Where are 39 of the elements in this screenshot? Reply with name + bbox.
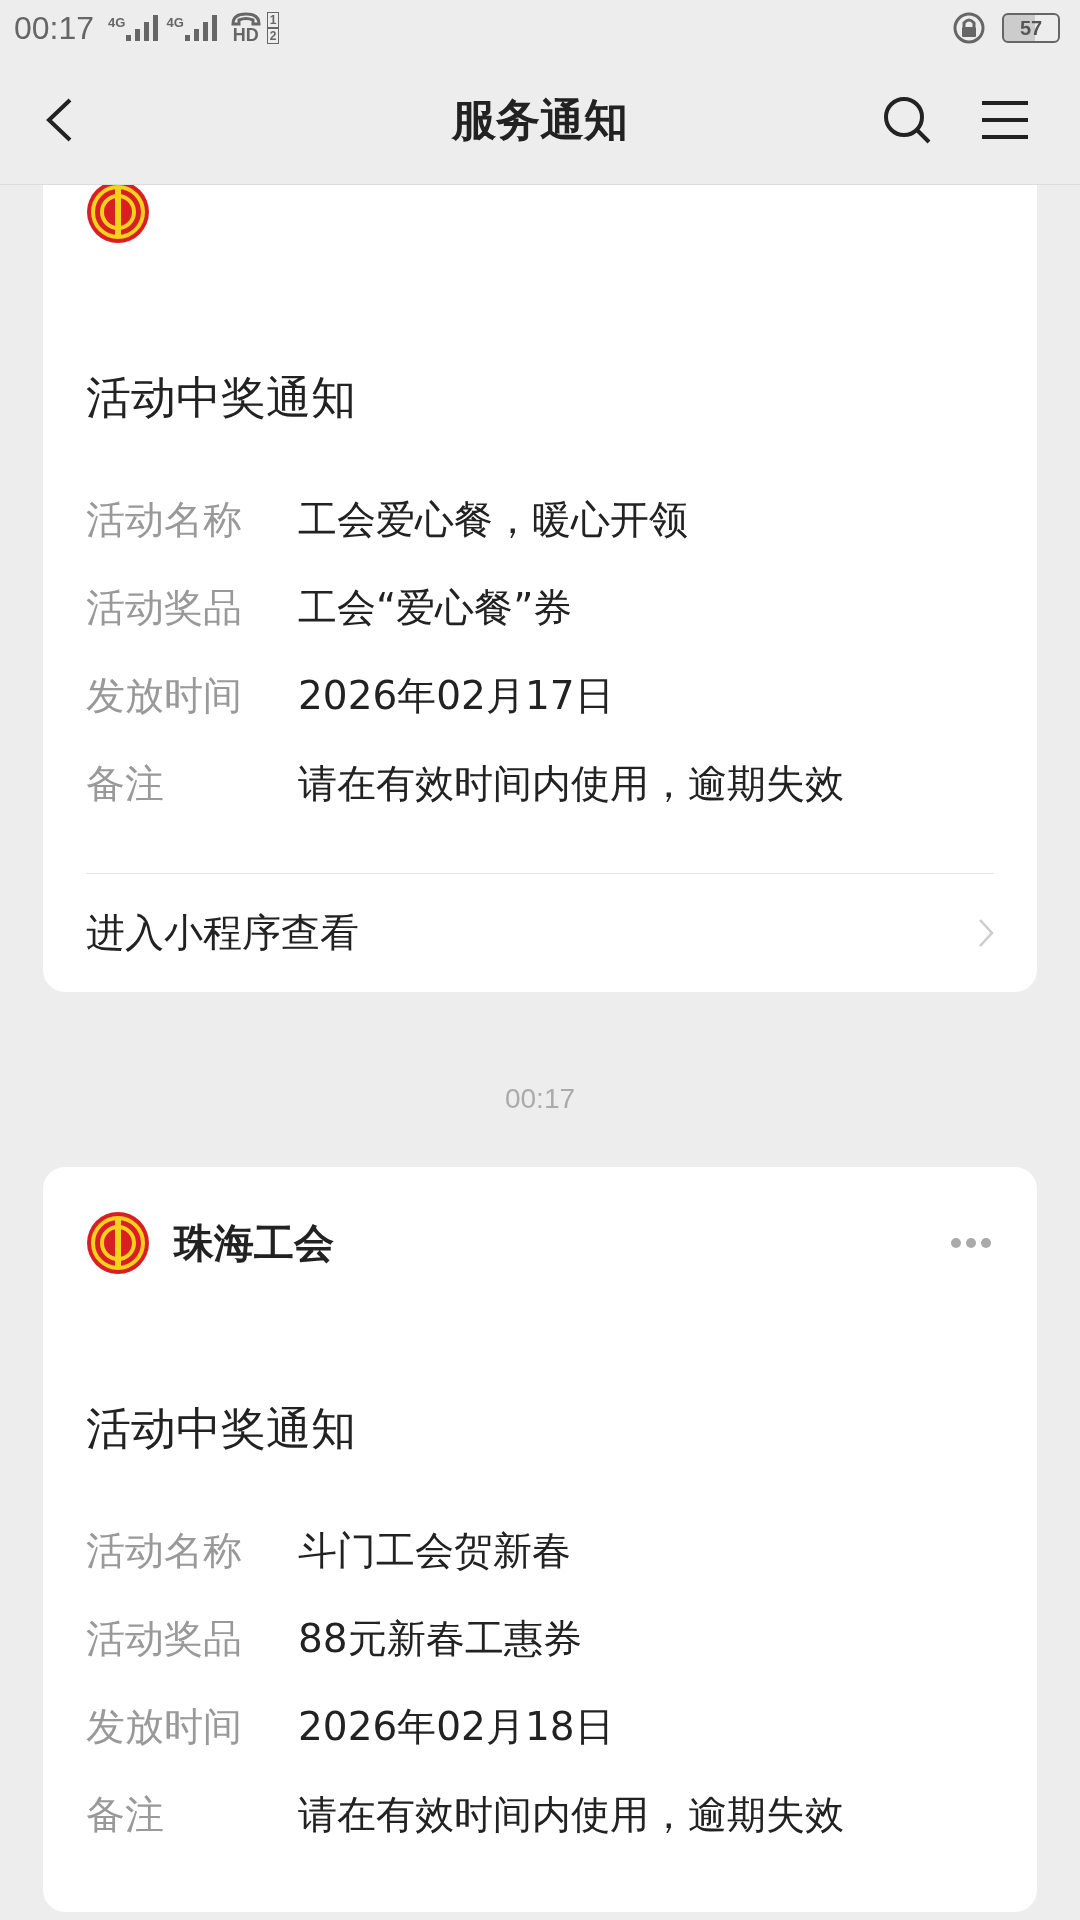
sim-label: 2 — [266, 28, 280, 44]
battery-icon: 57 — [1002, 13, 1060, 43]
field-label: 活动奖品 — [86, 1615, 243, 1663]
field-value: 2026年02月17日 — [298, 672, 614, 720]
menu-icon[interactable] — [982, 101, 1028, 139]
field-value: 工会“爱心餐”券 — [298, 584, 573, 632]
field-value: 2026年02月18日 — [298, 1703, 614, 1751]
field-value: 请在有效时间内使用，逾期失效 — [298, 1791, 844, 1839]
logo-icon — [86, 185, 150, 244]
field-value: 88元新春工惠券 — [298, 1615, 582, 1663]
field-value: 工会爱心餐，暖心开领 — [298, 496, 688, 544]
back-icon[interactable] — [44, 97, 74, 143]
field-label: 活动名称 — [86, 1527, 243, 1575]
chevron-icon — [978, 918, 994, 948]
hd-label: HD — [232, 26, 259, 44]
field-value: 斗门工会贺新春 — [298, 1527, 571, 1575]
field-value: 请在有效时间内使用，逾期失效 — [298, 760, 844, 808]
status-time: 00:17 — [14, 9, 95, 47]
signal-icon — [184, 15, 219, 41]
field-label: 发放时间 — [86, 672, 243, 720]
page-title: 服务通知 — [452, 92, 628, 147]
sender-name: 珠海工会 — [174, 1218, 334, 1268]
timestamp: 00:17 — [504, 1083, 576, 1115]
field-label: 备注 — [86, 1791, 165, 1839]
signal-icon — [126, 15, 161, 41]
sim-label: 1 — [266, 12, 280, 28]
search-icon[interactable] — [882, 95, 932, 145]
field-label: 备注 — [86, 760, 165, 808]
notice-title: 活动中奖通知 — [86, 370, 357, 426]
rotation-lock-icon — [952, 11, 986, 45]
notice-title: 活动中奖通知 — [86, 1401, 357, 1457]
logo-icon — [86, 1211, 150, 1275]
phone-icon — [230, 12, 261, 26]
field-label: 发放时间 — [86, 1703, 243, 1751]
network-label: 4G — [166, 15, 184, 30]
field-label: 活动奖品 — [86, 584, 243, 632]
mini-program-link[interactable]: 进入小程序查看 — [86, 873, 994, 992]
field-label: 活动名称 — [86, 496, 243, 544]
network-label: 4G — [108, 15, 126, 30]
